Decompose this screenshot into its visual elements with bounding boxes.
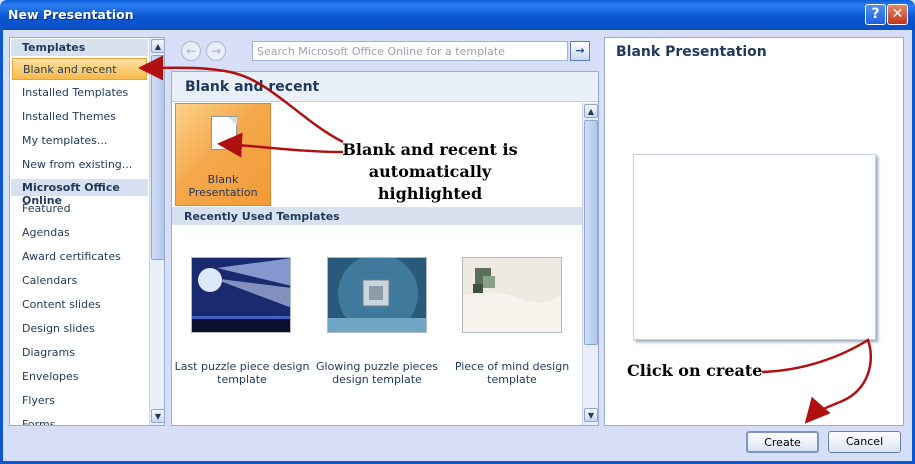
caption-line2: template [487, 373, 537, 386]
template-thumbnail-glowing-puzzle[interactable] [327, 257, 427, 333]
preview-title: Blank Presentation [616, 44, 767, 60]
scroll-down-icon[interactable]: ▼ [151, 409, 164, 423]
blank-label-line2: Presentation [188, 186, 258, 199]
sidebar-item-installed-themes[interactable]: Installed Themes [12, 106, 147, 128]
help-button[interactable]: ? [865, 4, 886, 25]
cancel-button[interactable]: Cancel [828, 431, 901, 453]
template-caption-last-puzzle: Last puzzle piece design template [172, 360, 312, 386]
sidebar-item-forms[interactable]: Forms [12, 414, 147, 425]
blank-label-line1: Blank [207, 173, 239, 186]
caption-line1: Last puzzle piece design [174, 360, 310, 373]
annotation-line2: automatically [368, 162, 492, 181]
template-thumbnail-piece-of-mind[interactable] [462, 257, 562, 333]
sidebar-item-design-slides[interactable]: Design slides [12, 318, 147, 340]
sidebar-item-envelopes[interactable]: Envelopes [12, 366, 147, 388]
sidebar-item-installed-templates[interactable]: Installed Templates [12, 82, 147, 104]
caption-line1: Piece of mind design [454, 360, 570, 373]
annotation-line3: highlighted [377, 184, 483, 203]
title-bar[interactable] [0, 0, 915, 30]
section-microsoft-office-online: Microsoft Office Online [11, 179, 148, 207]
blank-page-icon [211, 116, 237, 150]
caption-line2: design template [332, 373, 422, 386]
template-thumbnail-last-puzzle[interactable] [191, 257, 291, 333]
sidebar-item-flyers[interactable]: Flyers [12, 390, 147, 412]
forward-arrow-icon[interactable]: → [206, 41, 226, 61]
gallery-heading: Blank and recent [172, 72, 598, 102]
scroll-up-icon[interactable]: ▲ [151, 39, 164, 53]
back-arrow-icon[interactable]: ← [181, 41, 201, 61]
page-fold-icon [228, 117, 237, 126]
scroll-up-icon[interactable]: ▲ [584, 104, 598, 118]
caption-line1: Glowing puzzle pieces [316, 360, 438, 373]
slide-preview [633, 154, 876, 340]
sidebar-item-calendars[interactable]: Calendars [12, 270, 147, 292]
template-categories-pane: Templates Blank and recent Installed Tem… [9, 37, 165, 426]
close-button[interactable]: ✕ [887, 4, 908, 25]
section-templates: Templates [11, 39, 148, 56]
sidebar-item-agendas[interactable]: Agendas [12, 222, 147, 244]
template-gallery-pane: Blank and recent Blank Presentation Rece… [171, 71, 599, 426]
blank-presentation-label: Blank Presentation [176, 173, 270, 199]
sidebar-item-featured[interactable]: Featured [12, 198, 147, 220]
gallery-scrollbar[interactable]: ▲ ▼ [582, 103, 598, 425]
annotation-create-note: Click on create [627, 361, 763, 380]
sidebar-item-blank-and-recent[interactable]: Blank and recent [12, 58, 147, 80]
caption-line2: template [217, 373, 267, 386]
sidebar-item-new-from-existing[interactable]: New from existing... [12, 154, 147, 176]
scroll-thumb[interactable] [151, 55, 164, 260]
recent-templates-heading: Recently Used Templates [172, 207, 582, 225]
search-go-button[interactable]: → [570, 41, 590, 61]
sidebar-item-my-templates[interactable]: My templates... [12, 130, 147, 152]
sidebar-item-award-certificates[interactable]: Award certificates [12, 246, 147, 268]
annotation-line1: Blank and recent is [342, 140, 518, 159]
sidebar-item-content-slides[interactable]: Content slides [12, 294, 147, 316]
scroll-down-icon[interactable]: ▼ [584, 408, 598, 422]
sidebar-scrollbar[interactable]: ▲ ▼ [149, 38, 164, 425]
template-caption-glowing-puzzle: Glowing puzzle pieces design template [307, 360, 447, 386]
create-button[interactable]: Create [746, 431, 819, 453]
annotation-highlight-note: Blank and recent is automatically highli… [330, 139, 530, 205]
template-search-input[interactable]: Search Microsoft Office Online for a tem… [252, 41, 568, 61]
blank-presentation-tile[interactable]: Blank Presentation [175, 103, 271, 206]
template-caption-piece-of-mind: Piece of mind design template [442, 360, 582, 386]
scroll-thumb[interactable] [584, 120, 598, 345]
sidebar-item-diagrams[interactable]: Diagrams [12, 342, 147, 364]
window-title: New Presentation [8, 7, 134, 22]
